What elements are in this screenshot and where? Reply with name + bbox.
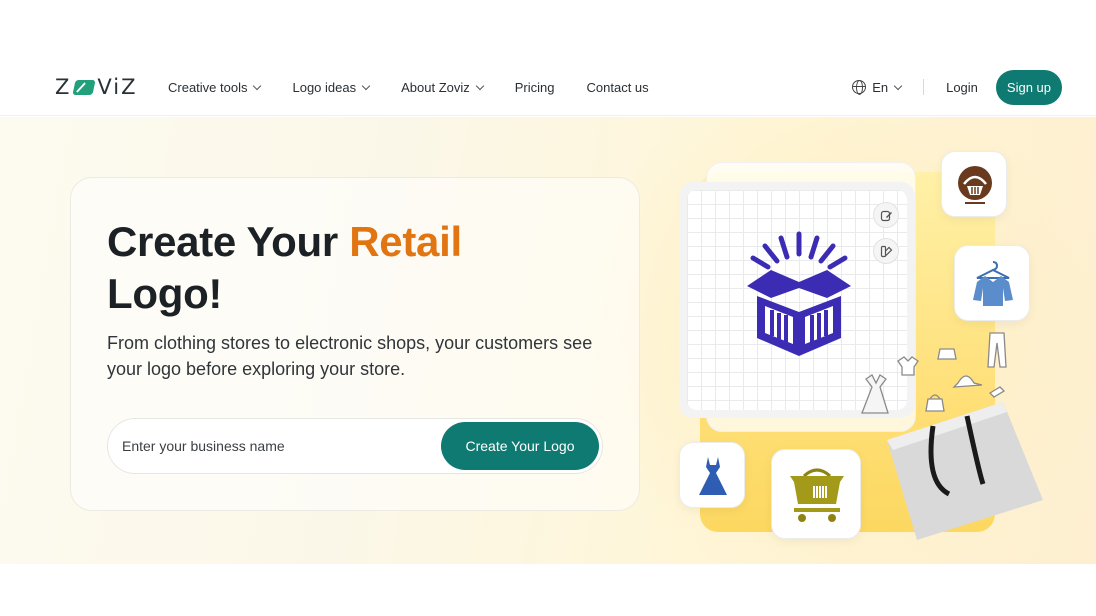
language-label: En (872, 79, 889, 95)
nav-about-zoviz[interactable]: About Zoviz (401, 79, 485, 95)
header-divider (923, 79, 925, 95)
chevron-down-icon (253, 81, 262, 90)
login-link[interactable]: Login (946, 80, 978, 95)
shopping-cart-icon (790, 468, 844, 522)
shirt-tile (954, 245, 1030, 321)
nav-contact-us[interactable]: Contact us (587, 80, 649, 95)
dress-icon (699, 457, 727, 495)
zoviz-logo[interactable]: Z ViZ (55, 75, 138, 99)
chevron-down-icon (361, 81, 371, 90)
nav-contact-us-label: Contact us (586, 79, 649, 95)
basket-tile (941, 151, 1007, 217)
chevron-down-icon (475, 81, 485, 90)
nav-about-zoviz-label: About Zoviz (401, 79, 470, 95)
basket-icon (958, 166, 992, 204)
logo-text-right: ViZ (97, 75, 138, 99)
edit-icon (873, 202, 899, 228)
language-selector[interactable]: En (852, 79, 903, 95)
nav-creative-tools[interactable]: Creative tools (168, 79, 262, 95)
logo-mark-icon (72, 79, 96, 95)
page: Z ViZ Creative tools Logo ideas About Zo… (0, 0, 1096, 616)
nav-pricing[interactable]: Pricing (515, 80, 555, 95)
header-actions: En Login Sign up (852, 58, 1062, 116)
palette-icon (873, 238, 899, 264)
chevron-down-icon (893, 81, 903, 90)
nav-logo-ideas-label: Logo ideas (292, 79, 357, 95)
shopping-bag-icon (887, 402, 1043, 540)
box-logo-icon (747, 231, 851, 356)
top-navigation-bar: Z ViZ Creative tools Logo ideas About Zo… (0, 58, 1096, 116)
nav-creative-tools-label: Creative tools (168, 79, 248, 95)
shirt-hanger-icon (973, 261, 1013, 306)
globe-icon (852, 80, 867, 95)
nav-logo-ideas[interactable]: Logo ideas (292, 79, 371, 95)
nav-pricing-label: Pricing (514, 79, 555, 95)
signup-button[interactable]: Sign up (995, 69, 1062, 105)
cart-tile (771, 449, 861, 539)
retail-illustration (0, 117, 1096, 564)
dress-tile (679, 442, 745, 508)
logo-text-left: Z (55, 75, 72, 99)
main-nav: Creative tools Logo ideas About Zoviz Pr… (168, 58, 681, 116)
hero-section: Create Your Retail Logo! From clothing s… (0, 117, 1096, 564)
